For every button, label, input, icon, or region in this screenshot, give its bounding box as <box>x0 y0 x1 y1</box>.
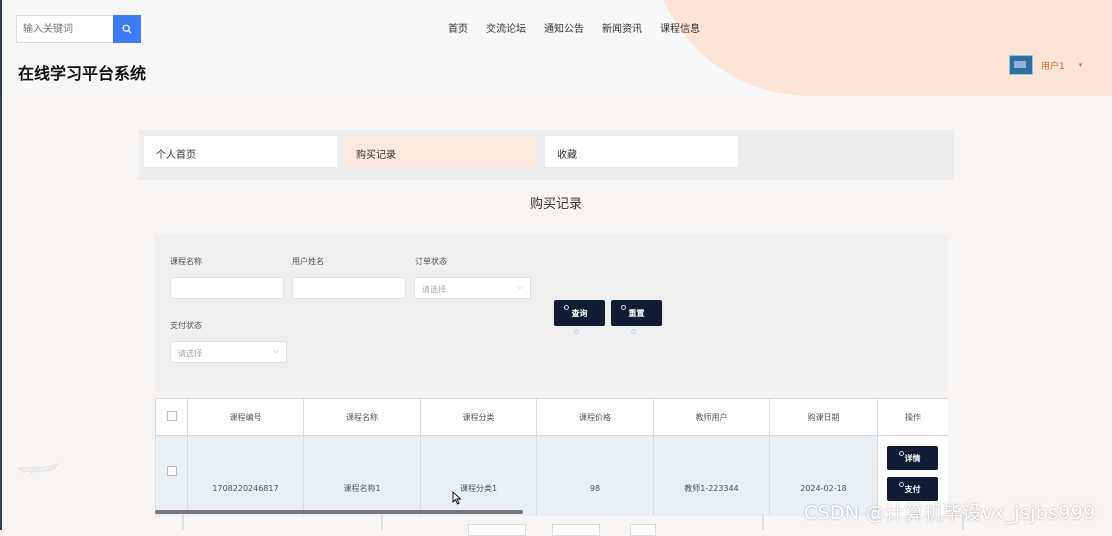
search-button-label: 查询 <box>571 308 588 318</box>
pay-status-select[interactable]: 请选择 ⌵ <box>170 341 287 363</box>
pagination-box[interactable] <box>630 524 656 536</box>
pagination-box[interactable] <box>552 524 600 536</box>
chevron-down-icon: ⌵ <box>272 346 279 355</box>
center-tabs: 个人首页 购买记录 收藏 <box>139 130 954 180</box>
reset-button-label: 重置 <box>628 308 645 318</box>
username: 用户1 <box>1041 61 1065 72</box>
filter-panel: 课程名称 用户姓名 订单状态 请选择 ⌵ 支付状态 请选择 ⌵ 查询 重置 <box>155 234 948 392</box>
search-icon <box>122 24 132 34</box>
column-header: 购课日期 <box>769 398 878 436</box>
plane-icon <box>17 463 59 478</box>
button-decoration <box>631 329 636 334</box>
mouse-pointer-icon <box>452 491 462 505</box>
column-header: 操作 <box>877 398 948 436</box>
search-filter-button[interactable]: 查询 <box>554 300 605 334</box>
nav-news[interactable]: 新闻资讯 <box>602 20 642 35</box>
site-title: 在线学习平台系统 <box>18 64 147 83</box>
pay-button-label: 支付 <box>904 484 921 494</box>
column-header: 课程分类 <box>420 398 537 436</box>
select-all-checkbox[interactable] <box>166 411 177 421</box>
user-menu[interactable]: 用户1 ▾ <box>1009 55 1082 75</box>
detail-button[interactable]: 详情 <box>887 446 938 470</box>
decoration-post <box>381 514 383 530</box>
tab-purchase-records[interactable]: 购买记录 <box>344 136 537 167</box>
cell-teacher: 教师1-223344 <box>653 435 770 516</box>
button-decoration <box>899 482 904 487</box>
user-name-label: 用户姓名 <box>292 257 324 266</box>
order-status-label: 订单状态 <box>415 257 447 266</box>
user-name-input[interactable] <box>292 277 406 299</box>
reset-filter-button[interactable]: 重置 <box>611 300 662 334</box>
chevron-down-icon: ▾ <box>1078 61 1083 69</box>
search-input[interactable] <box>16 15 113 43</box>
nav-home[interactable]: 首页 <box>448 20 468 35</box>
top-header <box>0 0 1112 96</box>
button-decoration <box>574 329 579 334</box>
watermark: CSDN @计算机毕设vx_jsjbs999 <box>804 502 1096 524</box>
column-header: 课程价格 <box>536 398 654 436</box>
cell-course-code: 1708220246817 <box>187 435 304 516</box>
tab-favorites[interactable]: 收藏 <box>545 136 738 167</box>
nav-courses[interactable]: 课程信息 <box>660 20 700 35</box>
tab-profile[interactable]: 个人首页 <box>144 136 337 167</box>
button-decoration <box>564 305 569 310</box>
cell-course-category: 课程分类1 <box>420 435 537 516</box>
course-name-input[interactable] <box>170 277 284 299</box>
table-header-row: 课程编号 课程名称 课程分类 课程价格 教师用户 购课日期 操作 <box>155 398 948 436</box>
detail-button-label: 详情 <box>904 453 921 463</box>
chevron-down-icon: ⌵ <box>516 282 523 291</box>
order-status-placeholder: 请选择 <box>422 285 446 294</box>
pagination-box[interactable] <box>468 524 526 536</box>
window-edge <box>0 0 2 530</box>
row-select-cell <box>155 435 188 516</box>
header-decoration <box>650 0 1112 96</box>
cell-course-name: 课程名称1 <box>303 435 421 516</box>
select-all-cell <box>155 398 188 436</box>
column-header: 教师用户 <box>653 398 770 436</box>
course-name-label: 课程名称 <box>170 257 202 266</box>
nav-notice[interactable]: 通知公告 <box>544 20 584 35</box>
page-title: 购买记录 <box>529 197 582 212</box>
avatar <box>1009 55 1033 75</box>
nav-forum[interactable]: 交流论坛 <box>486 20 526 35</box>
cell-course-price: 98 <box>536 435 654 516</box>
column-header: 课程名称 <box>303 398 421 436</box>
decoration-post <box>762 514 764 530</box>
search-bar <box>16 15 141 43</box>
decoration-post <box>182 514 184 530</box>
row-checkbox[interactable] <box>166 466 177 476</box>
button-decoration <box>899 451 904 456</box>
button-decoration <box>621 305 626 310</box>
search-button[interactable] <box>113 15 141 43</box>
column-header: 课程编号 <box>187 398 304 436</box>
pay-status-placeholder: 请选择 <box>178 349 202 358</box>
pay-status-label: 支付状态 <box>170 321 202 330</box>
horizontal-scrollbar[interactable] <box>155 510 523 514</box>
main-nav: 首页 交流论坛 通知公告 新闻资讯 课程信息 <box>448 20 718 35</box>
order-status-select[interactable]: 请选择 ⌵ <box>414 277 531 299</box>
